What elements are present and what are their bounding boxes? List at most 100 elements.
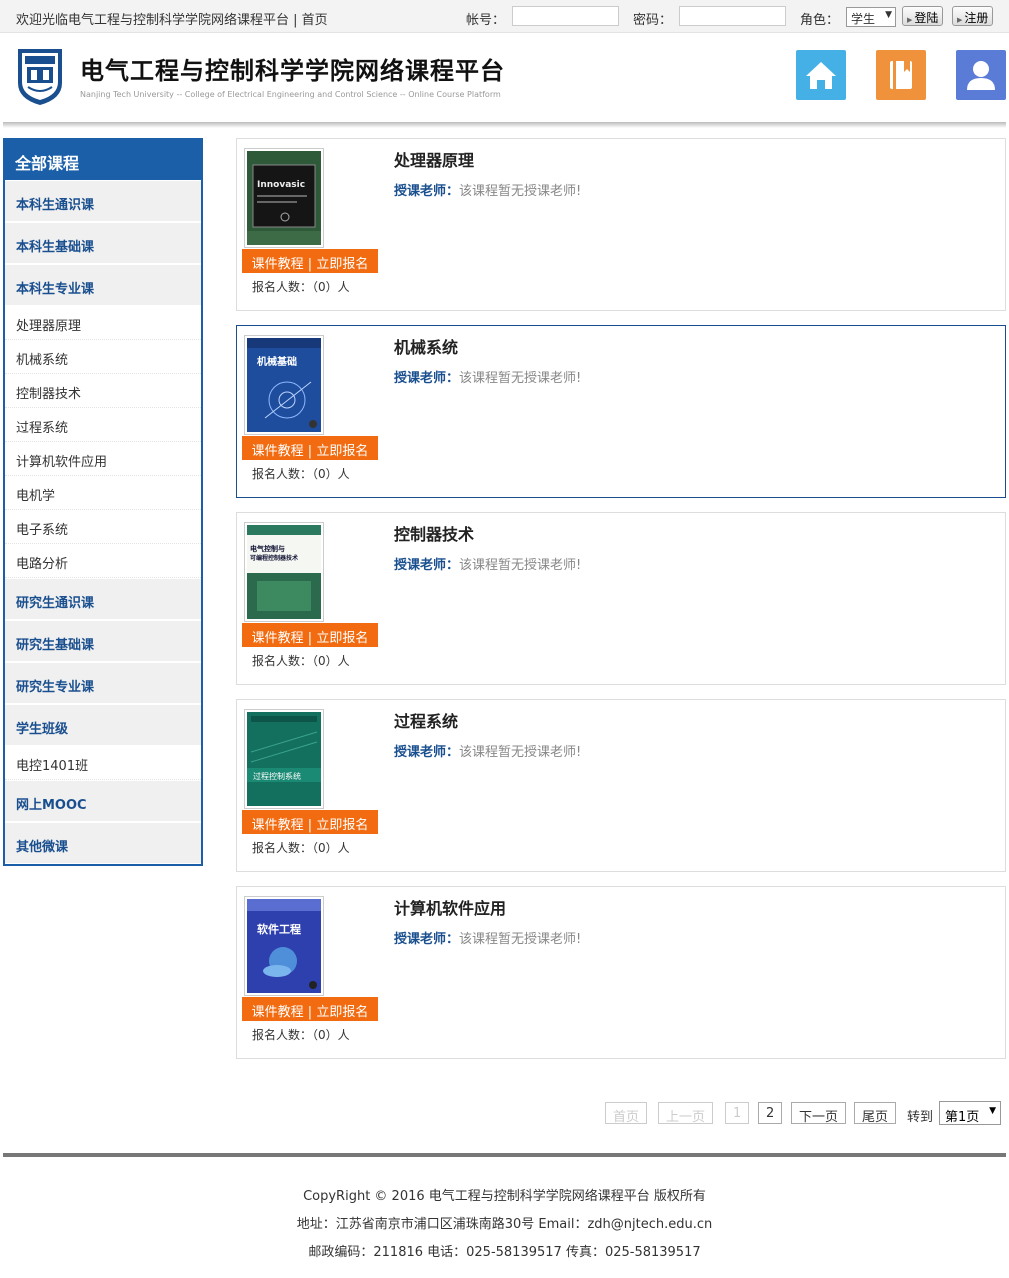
sidebar-category[interactable]: 本科生专业课 xyxy=(5,264,201,306)
footer-divider xyxy=(3,1153,1006,1157)
site-title: 电气工程与控制科学学院网络课程平台 xyxy=(80,56,505,85)
user-center-button[interactable] xyxy=(956,50,1006,100)
sidebar-category[interactable]: 研究生通识课 xyxy=(5,578,201,620)
pager-goto-label: 转到 xyxy=(907,1110,934,1125)
home-icon xyxy=(806,62,836,89)
teacher-label: 授课老师： xyxy=(394,558,460,573)
sidebar-category[interactable]: 研究生专业课 xyxy=(5,662,201,704)
pager-last[interactable]: 尾页 xyxy=(854,1102,897,1125)
course-cover-image[interactable]: Innovasic xyxy=(244,148,324,248)
site-header: 电气工程与控制科学学院网络课程平台 Nanjing Tech Universit… xyxy=(0,33,1009,123)
courseware-link[interactable]: 课件教程 xyxy=(252,257,304,272)
course-teacher: 授课老师：该课程暂无授课老师! xyxy=(394,180,581,199)
sidebar-item[interactable]: 控制器技术 xyxy=(5,374,201,408)
sidebar-item[interactable]: 过程系统 xyxy=(5,408,201,442)
dropdown-arrow-icon: ▼ xyxy=(885,10,892,20)
courseware-link[interactable]: 课件教程 xyxy=(252,818,304,833)
course-title[interactable]: 过程系统 xyxy=(394,708,458,732)
course-title[interactable]: 控制器技术 xyxy=(394,521,474,545)
page-select[interactable]: 第1页 ▼ xyxy=(939,1101,1001,1125)
course-teacher: 授课老师：该课程暂无授课老师! xyxy=(394,928,581,947)
account-input[interactable] xyxy=(512,6,619,26)
login-label: 登陆 xyxy=(914,11,939,25)
course-cover-image[interactable]: 机械基础 xyxy=(244,335,324,435)
course-action-bar: 课件教程 | 立即报名 xyxy=(242,436,378,460)
sidebar-category[interactable]: 其他微课 xyxy=(5,822,201,864)
course-action-bar: 课件教程 | 立即报名 xyxy=(242,997,378,1021)
sidebar-category[interactable]: 研究生基础课 xyxy=(5,620,201,662)
home-button[interactable] xyxy=(796,50,846,100)
course-card[interactable]: Innovasic 课件教程 | 立即报名报名人数：（0）人 处理器原理授课老师：该… xyxy=(236,138,1006,311)
login-button[interactable]: ▶ 登陆 xyxy=(902,6,944,26)
enroll-link[interactable]: 立即报名 xyxy=(316,444,368,459)
sidebar-item[interactable]: 机械系统 xyxy=(5,340,201,374)
sidebar-item[interactable]: 电子系统 xyxy=(5,510,201,544)
sidebar-item[interactable]: 电机学 xyxy=(5,476,201,510)
pager-page-1[interactable]: 1 xyxy=(725,1102,750,1124)
courseware-link[interactable]: 课件教程 xyxy=(252,444,304,459)
svg-text:Innovasic: Innovasic xyxy=(257,180,305,190)
footer-postal: 邮政编码：211816 电话：025-58139517 传真：025-58139… xyxy=(308,1245,701,1260)
dropdown-arrow-icon: ▼ xyxy=(989,1106,996,1116)
sidebar-category[interactable]: 本科生基础课 xyxy=(5,222,201,264)
teacher-value: 该课程暂无授课老师! xyxy=(459,745,582,760)
welcome-text[interactable]: 欢迎光临电气工程与控制科学学院网络课程平台 | 首页 xyxy=(16,9,328,28)
password-input[interactable] xyxy=(679,6,786,26)
pager-page-2[interactable]: 2 xyxy=(758,1102,783,1124)
enroll-link[interactable]: 立即报名 xyxy=(316,631,368,646)
sidebar-item[interactable]: 处理器原理 xyxy=(5,306,201,340)
register-button[interactable]: ▶ 注册 xyxy=(952,6,994,26)
university-logo-icon xyxy=(14,45,66,107)
course-cover-image[interactable]: 过程控制系统 xyxy=(244,709,324,809)
course-card[interactable]: 软件工程 课件教程 | 立即报名报名人数：（0）人 计算机软件应用授课老师：该课程暂… xyxy=(236,886,1006,1059)
register-label: 注册 xyxy=(964,11,989,25)
sidebar-category[interactable]: 网上MOOC xyxy=(5,780,201,822)
action-separator: | xyxy=(307,631,313,646)
teacher-value: 该课程暂无授课老师! xyxy=(459,932,582,947)
course-card[interactable]: 电气控制与 可编程控制器技术课件教程 | 立即报名报名人数：（0）人 控制器技术授课… xyxy=(236,512,1006,685)
enroll-count: 报名人数：（0）人 xyxy=(252,467,350,481)
svg-text:过程控制系统: 过程控制系统 xyxy=(253,771,301,781)
course-cover-image[interactable]: 电气控制与 可编程控制器技术 xyxy=(244,522,324,622)
course-title[interactable]: 处理器原理 xyxy=(394,147,474,171)
page-select-value: 第1页 xyxy=(945,1110,980,1125)
sidebar-item[interactable]: 计算机软件应用 xyxy=(5,442,201,476)
enroll-count: 报名人数：（0）人 xyxy=(252,280,350,294)
teacher-label: 授课老师： xyxy=(394,745,460,760)
courseware-link[interactable]: 课件教程 xyxy=(252,631,304,646)
enroll-link[interactable]: 立即报名 xyxy=(316,818,368,833)
course-title[interactable]: 计算机软件应用 xyxy=(394,895,506,919)
action-separator: | xyxy=(307,444,313,459)
play-icon: ▶ xyxy=(907,16,913,24)
role-select[interactable]: 学生 ▼ xyxy=(846,7,896,27)
enroll-link[interactable]: 立即报名 xyxy=(316,257,368,272)
courseware-link[interactable]: 课件教程 xyxy=(252,1005,304,1020)
enroll-count: 报名人数：（0）人 xyxy=(252,1028,350,1042)
action-separator: | xyxy=(307,818,313,833)
course-teacher: 授课老师：该课程暂无授课老师! xyxy=(394,367,581,386)
courses-button[interactable] xyxy=(876,50,926,100)
teacher-label: 授课老师： xyxy=(394,932,460,947)
enroll-count: 报名人数：（0）人 xyxy=(252,654,350,668)
course-cover-image[interactable]: 软件工程 xyxy=(244,896,324,996)
sidebar-item[interactable]: 电控1401班 xyxy=(5,746,201,780)
course-title[interactable]: 机械系统 xyxy=(394,334,458,358)
svg-text:可编程控制器技术: 可编程控制器技术 xyxy=(250,554,298,562)
play-icon: ▶ xyxy=(957,16,963,24)
pager-next[interactable]: 下一页 xyxy=(791,1102,847,1125)
sidebar-head: 全部课程 xyxy=(5,140,201,180)
sidebar-category[interactable]: 本科生通识课 xyxy=(5,180,201,222)
course-card[interactable]: 机械基础 课件教程 | 立即报名 报名人数：（0）人 机械系统 授课老师：该课程暂无授课… xyxy=(236,325,1006,498)
top-bar: 欢迎光临电气工程与控制科学学院网络课程平台 | 首页 帐号： 密码： 角色： 学… xyxy=(0,0,1009,33)
sidebar-item[interactable]: 电路分析 xyxy=(5,544,201,578)
enroll-link[interactable]: 立即报名 xyxy=(316,1005,368,1020)
sidebar-category[interactable]: 学生班级 xyxy=(5,704,201,746)
teacher-label: 授课老师： xyxy=(394,184,460,199)
course-teacher: 授课老师：该课程暂无授课老师! xyxy=(394,554,581,573)
footer-address: 地址：江苏省南京市浦口区浦珠南路30号 Email：zdh@njtech.edu… xyxy=(296,1217,713,1232)
course-category-sidebar: 全部课程 本科生通识课 本科生基础课 本科生专业课 处理器原理 机械系统 控制器技术 过程系… xyxy=(3,138,203,866)
pager-first[interactable]: 首页 xyxy=(605,1102,648,1125)
pager-prev[interactable]: 上一页 xyxy=(658,1102,714,1125)
course-card[interactable]: 过程控制系统 课件教程 | 立即报名 报名人数：（0）人 过程系统 授课老师：该课程暂无… xyxy=(236,699,1006,872)
action-separator: | xyxy=(307,257,313,272)
